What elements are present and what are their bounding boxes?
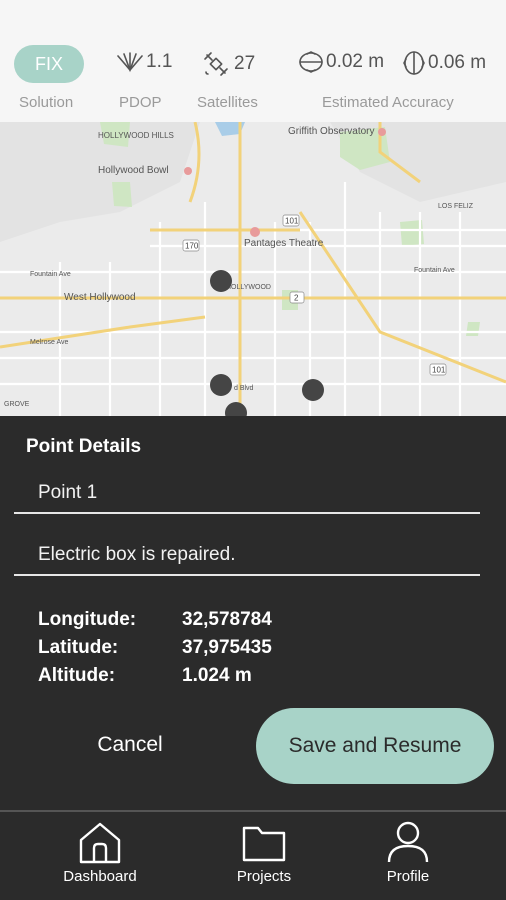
folder-icon	[242, 826, 286, 862]
survey-point-marker[interactable]	[210, 374, 232, 396]
map-label-melrose: Melrose Ave	[30, 339, 68, 346]
satellites-indicator: 27	[202, 50, 255, 78]
nav-label-profile: Profile	[386, 868, 430, 885]
map-label-fountain-left: Fountain Ave	[30, 271, 71, 278]
vertical-accuracy-indicator: 0.06 m	[402, 50, 486, 76]
map-label-west-hollywood: West Hollywood	[64, 292, 136, 303]
vertical-accuracy-value: 0.06 m	[428, 52, 487, 73]
latitude-value: 37,975435	[182, 637, 272, 658]
solution-value: FIX	[34, 53, 63, 74]
horizontal-accuracy-icon	[299, 51, 323, 73]
point-details-sheet: Point Details Longitude: 32,578784 Latit…	[0, 416, 506, 810]
survey-point-marker[interactable]	[210, 270, 232, 292]
longitude-label: Longitude:	[38, 609, 137, 630]
coordinates-block: Longitude: 32,578784 Latitude: 37,975435…	[38, 606, 272, 690]
poi-marker	[250, 227, 260, 237]
nav-label-dashboard: Dashboard	[63, 868, 137, 885]
route-101-right-label: 101	[432, 366, 446, 375]
point-name-field[interactable]	[14, 474, 480, 512]
nav-item-projects[interactable]: Projects	[222, 820, 306, 885]
pdop-value: 1.1	[146, 51, 173, 72]
solution-badge: FIX	[14, 45, 84, 83]
nav-item-profile[interactable]: Profile	[366, 820, 450, 885]
home-icon	[79, 822, 121, 864]
latitude-row: Latitude: 37,975435	[38, 634, 272, 662]
map-label-hollywood-bowl: Hollywood Bowl	[98, 165, 169, 176]
pdop-icon	[117, 52, 143, 73]
map-label-fountain-right: Fountain Ave	[414, 267, 455, 274]
description-field[interactable]	[14, 536, 480, 574]
save-and-resume-button[interactable]: Save and Resume	[256, 708, 494, 784]
survey-point-marker[interactable]	[225, 402, 247, 416]
survey-point-marker[interactable]	[302, 379, 324, 401]
map-label-hollywood: HOLLYWOOD	[226, 284, 271, 291]
point-name-field-wrapper	[14, 474, 480, 514]
map-label-los-feliz: LOS FELIZ	[438, 203, 474, 210]
route-101-top-label: 101	[285, 217, 299, 226]
sheet-title: Point Details	[26, 436, 142, 457]
route-170-label: 170	[185, 242, 199, 251]
nav-label-projects: Projects	[236, 868, 292, 885]
horizontal-accuracy-value: 0.02 m	[326, 51, 385, 72]
map-label-grove: GROVE	[4, 401, 30, 408]
altitude-label: Altitude:	[38, 665, 116, 686]
map-label-blvd: d Blvd	[234, 385, 254, 392]
pdop-indicator: 1.1	[116, 50, 172, 74]
longitude-row: Longitude: 32,578784	[38, 606, 272, 634]
latitude-label: Latitude:	[38, 637, 119, 658]
altitude-value: 1.024 m	[182, 665, 252, 686]
accuracy-caption: Estimated Accuracy	[322, 94, 454, 111]
satellites-value: 27	[234, 53, 256, 74]
poi-marker	[184, 167, 192, 175]
gnss-status-bar: FIX 1.1 27 0.02 m 0.06 m Solution PDOP S…	[0, 0, 506, 122]
nav-item-dashboard[interactable]: Dashboard	[58, 820, 142, 885]
bottom-navigation: Dashboard Projects Profile	[0, 810, 506, 900]
longitude-value: 32,578784	[182, 609, 272, 630]
cancel-button[interactable]: Cancel	[60, 708, 200, 782]
altitude-row: Altitude: 1.024 m	[38, 662, 272, 690]
route-2-label: 2	[294, 294, 299, 303]
map-view[interactable]: 101 170 2 101 HOLLYWOOD HILLS Hollywood …	[0, 122, 506, 416]
map-canvas: 101 170 2 101 HOLLYWOOD HILLS Hollywood …	[0, 122, 506, 416]
satellite-icon	[204, 52, 228, 76]
satellites-caption: Satellites	[197, 94, 258, 111]
user-icon	[387, 821, 429, 863]
solution-caption: Solution	[19, 94, 74, 111]
poi-marker	[378, 128, 386, 136]
pdop-caption: PDOP	[119, 94, 162, 111]
horizontal-accuracy-indicator: 0.02 m	[298, 50, 384, 74]
map-label-griffith: Griffith Observatory	[288, 126, 375, 137]
vertical-accuracy-icon	[403, 51, 425, 75]
map-label-hollywood-hills: HOLLYWOOD HILLS	[98, 131, 174, 140]
map-label-pantages: Pantages Theatre	[244, 238, 324, 249]
description-field-wrapper	[14, 536, 480, 576]
